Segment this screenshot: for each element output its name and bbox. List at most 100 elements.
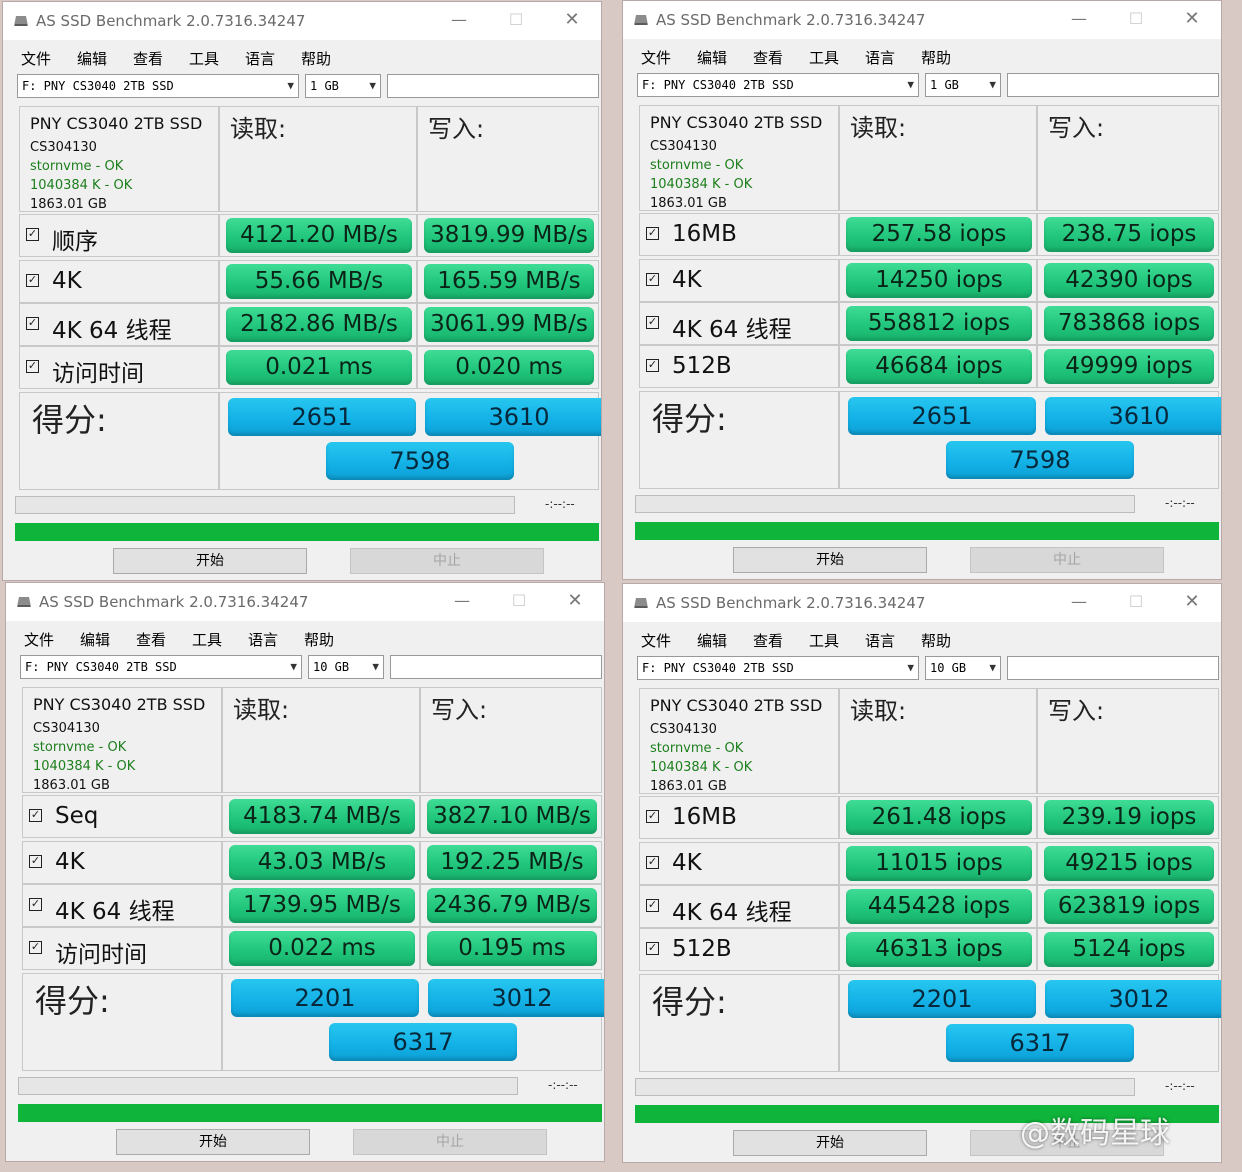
- write-result-cell: 3819.99 MB/s: [417, 214, 599, 257]
- drive-select[interactable]: F: PNY CS3040 2TB SSD ▼: [637, 656, 919, 680]
- write-result: 49999 iops: [1044, 349, 1214, 384]
- menu-item[interactable]: 查看: [133, 48, 163, 69]
- title-bar[interactable]: AS SSD Benchmark 2.0.7316.34247 — ☐ ✕: [6, 583, 604, 621]
- checkbox[interactable]: ✓: [26, 317, 39, 330]
- read-result-cell: 445428 iops: [839, 885, 1037, 928]
- test-name: 512B: [672, 353, 732, 379]
- menu-item[interactable]: 工具: [809, 47, 839, 68]
- checkbox[interactable]: ✓: [646, 810, 659, 823]
- write-header: 写入:: [1048, 114, 1105, 142]
- test-row-label-cell: ✓ 4K: [22, 841, 222, 884]
- menu-item[interactable]: 语言: [245, 48, 275, 69]
- checkbox[interactable]: ✓: [26, 228, 39, 241]
- menu-item[interactable]: 帮助: [921, 630, 951, 651]
- minimize-icon[interactable]: —: [1062, 5, 1096, 33]
- title-bar[interactable]: AS SSD Benchmark 2.0.7316.34247 — ☐ ✕: [623, 584, 1221, 622]
- read-score: 2651: [848, 397, 1036, 435]
- menu-item[interactable]: 编辑: [77, 48, 107, 69]
- menu-item[interactable]: 语言: [865, 630, 895, 651]
- checkbox[interactable]: ✓: [29, 809, 42, 822]
- checkbox[interactable]: ✓: [26, 274, 39, 287]
- abort-button[interactable]: 中止: [970, 547, 1164, 573]
- test-size-select[interactable]: 1 GB ▼: [925, 73, 1001, 97]
- maximize-icon[interactable]: ☐: [1119, 5, 1153, 33]
- drive-select[interactable]: F: PNY CS3040 2TB SSD ▼: [20, 655, 302, 679]
- checkbox[interactable]: ✓: [29, 855, 42, 868]
- title-bar[interactable]: AS SSD Benchmark 2.0.7316.34247 — ☐ ✕: [623, 1, 1221, 39]
- test-name: 顺序: [52, 229, 98, 255]
- menu-item[interactable]: 工具: [189, 48, 219, 69]
- abort-button[interactable]: 中止: [350, 548, 544, 574]
- maximize-icon[interactable]: ☐: [1119, 588, 1153, 616]
- menu-item[interactable]: 编辑: [697, 630, 727, 651]
- menu-item[interactable]: 查看: [753, 630, 783, 651]
- checkbox[interactable]: ✓: [646, 273, 659, 286]
- menu-item[interactable]: 文件: [641, 630, 671, 651]
- menu-item[interactable]: 语言: [865, 47, 895, 68]
- menu-item[interactable]: 文件: [24, 629, 54, 650]
- drive-select[interactable]: F: PNY CS3040 2TB SSD ▼: [637, 73, 919, 97]
- menu-item[interactable]: 帮助: [304, 629, 334, 650]
- total-score: 6317: [946, 1024, 1134, 1062]
- menu-item[interactable]: 帮助: [301, 48, 331, 69]
- checkbox[interactable]: ✓: [646, 359, 659, 372]
- menu-item[interactable]: 工具: [809, 630, 839, 651]
- menu-item[interactable]: 编辑: [80, 629, 110, 650]
- checkbox[interactable]: ✓: [646, 316, 659, 329]
- menu-item[interactable]: 编辑: [697, 47, 727, 68]
- test-row-label-cell: ✓ Seq: [22, 795, 222, 838]
- minimize-icon[interactable]: —: [445, 587, 479, 615]
- close-icon[interactable]: ✕: [558, 587, 592, 615]
- test-size-select[interactable]: 1 GB ▼: [305, 74, 381, 98]
- read-result: 0.021 ms: [226, 350, 412, 385]
- checkbox[interactable]: ✓: [26, 360, 39, 373]
- checkbox[interactable]: ✓: [646, 227, 659, 240]
- alignment-status: 1040384 K - OK: [33, 759, 136, 774]
- close-icon[interactable]: ✕: [1175, 5, 1209, 33]
- test-progress-bar: [15, 496, 515, 514]
- close-icon[interactable]: ✕: [555, 6, 589, 34]
- maximize-icon[interactable]: ☐: [499, 6, 533, 34]
- checkbox[interactable]: ✓: [29, 898, 42, 911]
- menu-item[interactable]: 语言: [248, 629, 278, 650]
- test-name: Seq: [55, 803, 99, 829]
- read-result: 0.022 ms: [229, 931, 415, 966]
- test-name: 4K 64 线程: [672, 900, 792, 926]
- write-header: 写入:: [1048, 697, 1105, 725]
- test-size-select[interactable]: 10 GB ▼: [925, 656, 1001, 680]
- menu-item[interactable]: 文件: [641, 47, 671, 68]
- maximize-icon[interactable]: ☐: [502, 587, 536, 615]
- write-result-cell: 49999 iops: [1037, 345, 1219, 388]
- drive-select[interactable]: F: PNY CS3040 2TB SSD ▼: [17, 74, 299, 98]
- read-result-cell: 257.58 iops: [839, 213, 1037, 256]
- test-size-select[interactable]: 10 GB ▼: [308, 655, 384, 679]
- start-button[interactable]: 开始: [733, 1130, 927, 1156]
- menu-item[interactable]: 查看: [753, 47, 783, 68]
- minimize-icon[interactable]: —: [1062, 588, 1096, 616]
- checkbox[interactable]: ✓: [29, 941, 42, 954]
- watermark: @数码星球: [1020, 1116, 1170, 1151]
- score-label-cell: 得分:: [19, 392, 219, 490]
- menu-item[interactable]: 文件: [21, 48, 51, 69]
- checkbox[interactable]: ✓: [646, 856, 659, 869]
- title-bar[interactable]: AS SSD Benchmark 2.0.7316.34247 — ☐ ✕: [3, 2, 601, 40]
- drive-firmware: CS304130: [30, 140, 97, 155]
- menu-item[interactable]: 查看: [136, 629, 166, 650]
- total-score: 6317: [329, 1023, 517, 1061]
- checkbox[interactable]: ✓: [646, 899, 659, 912]
- read-result-cell: 558812 iops: [839, 302, 1037, 345]
- write-result: 192.25 MB/s: [427, 845, 597, 880]
- start-button[interactable]: 开始: [733, 547, 927, 573]
- menu-item[interactable]: 帮助: [921, 47, 951, 68]
- write-result: 623819 iops: [1044, 889, 1214, 924]
- test-name: 4K: [672, 267, 702, 293]
- close-icon[interactable]: ✕: [1175, 588, 1209, 616]
- checkbox[interactable]: ✓: [646, 942, 659, 955]
- abort-button[interactable]: 中止: [353, 1129, 547, 1155]
- test-row-label-cell: ✓ 4K: [19, 260, 219, 303]
- minimize-icon[interactable]: —: [442, 6, 476, 34]
- start-button[interactable]: 开始: [113, 548, 307, 574]
- start-button[interactable]: 开始: [116, 1129, 310, 1155]
- test-progress-bar: [635, 1078, 1135, 1096]
- menu-item[interactable]: 工具: [192, 629, 222, 650]
